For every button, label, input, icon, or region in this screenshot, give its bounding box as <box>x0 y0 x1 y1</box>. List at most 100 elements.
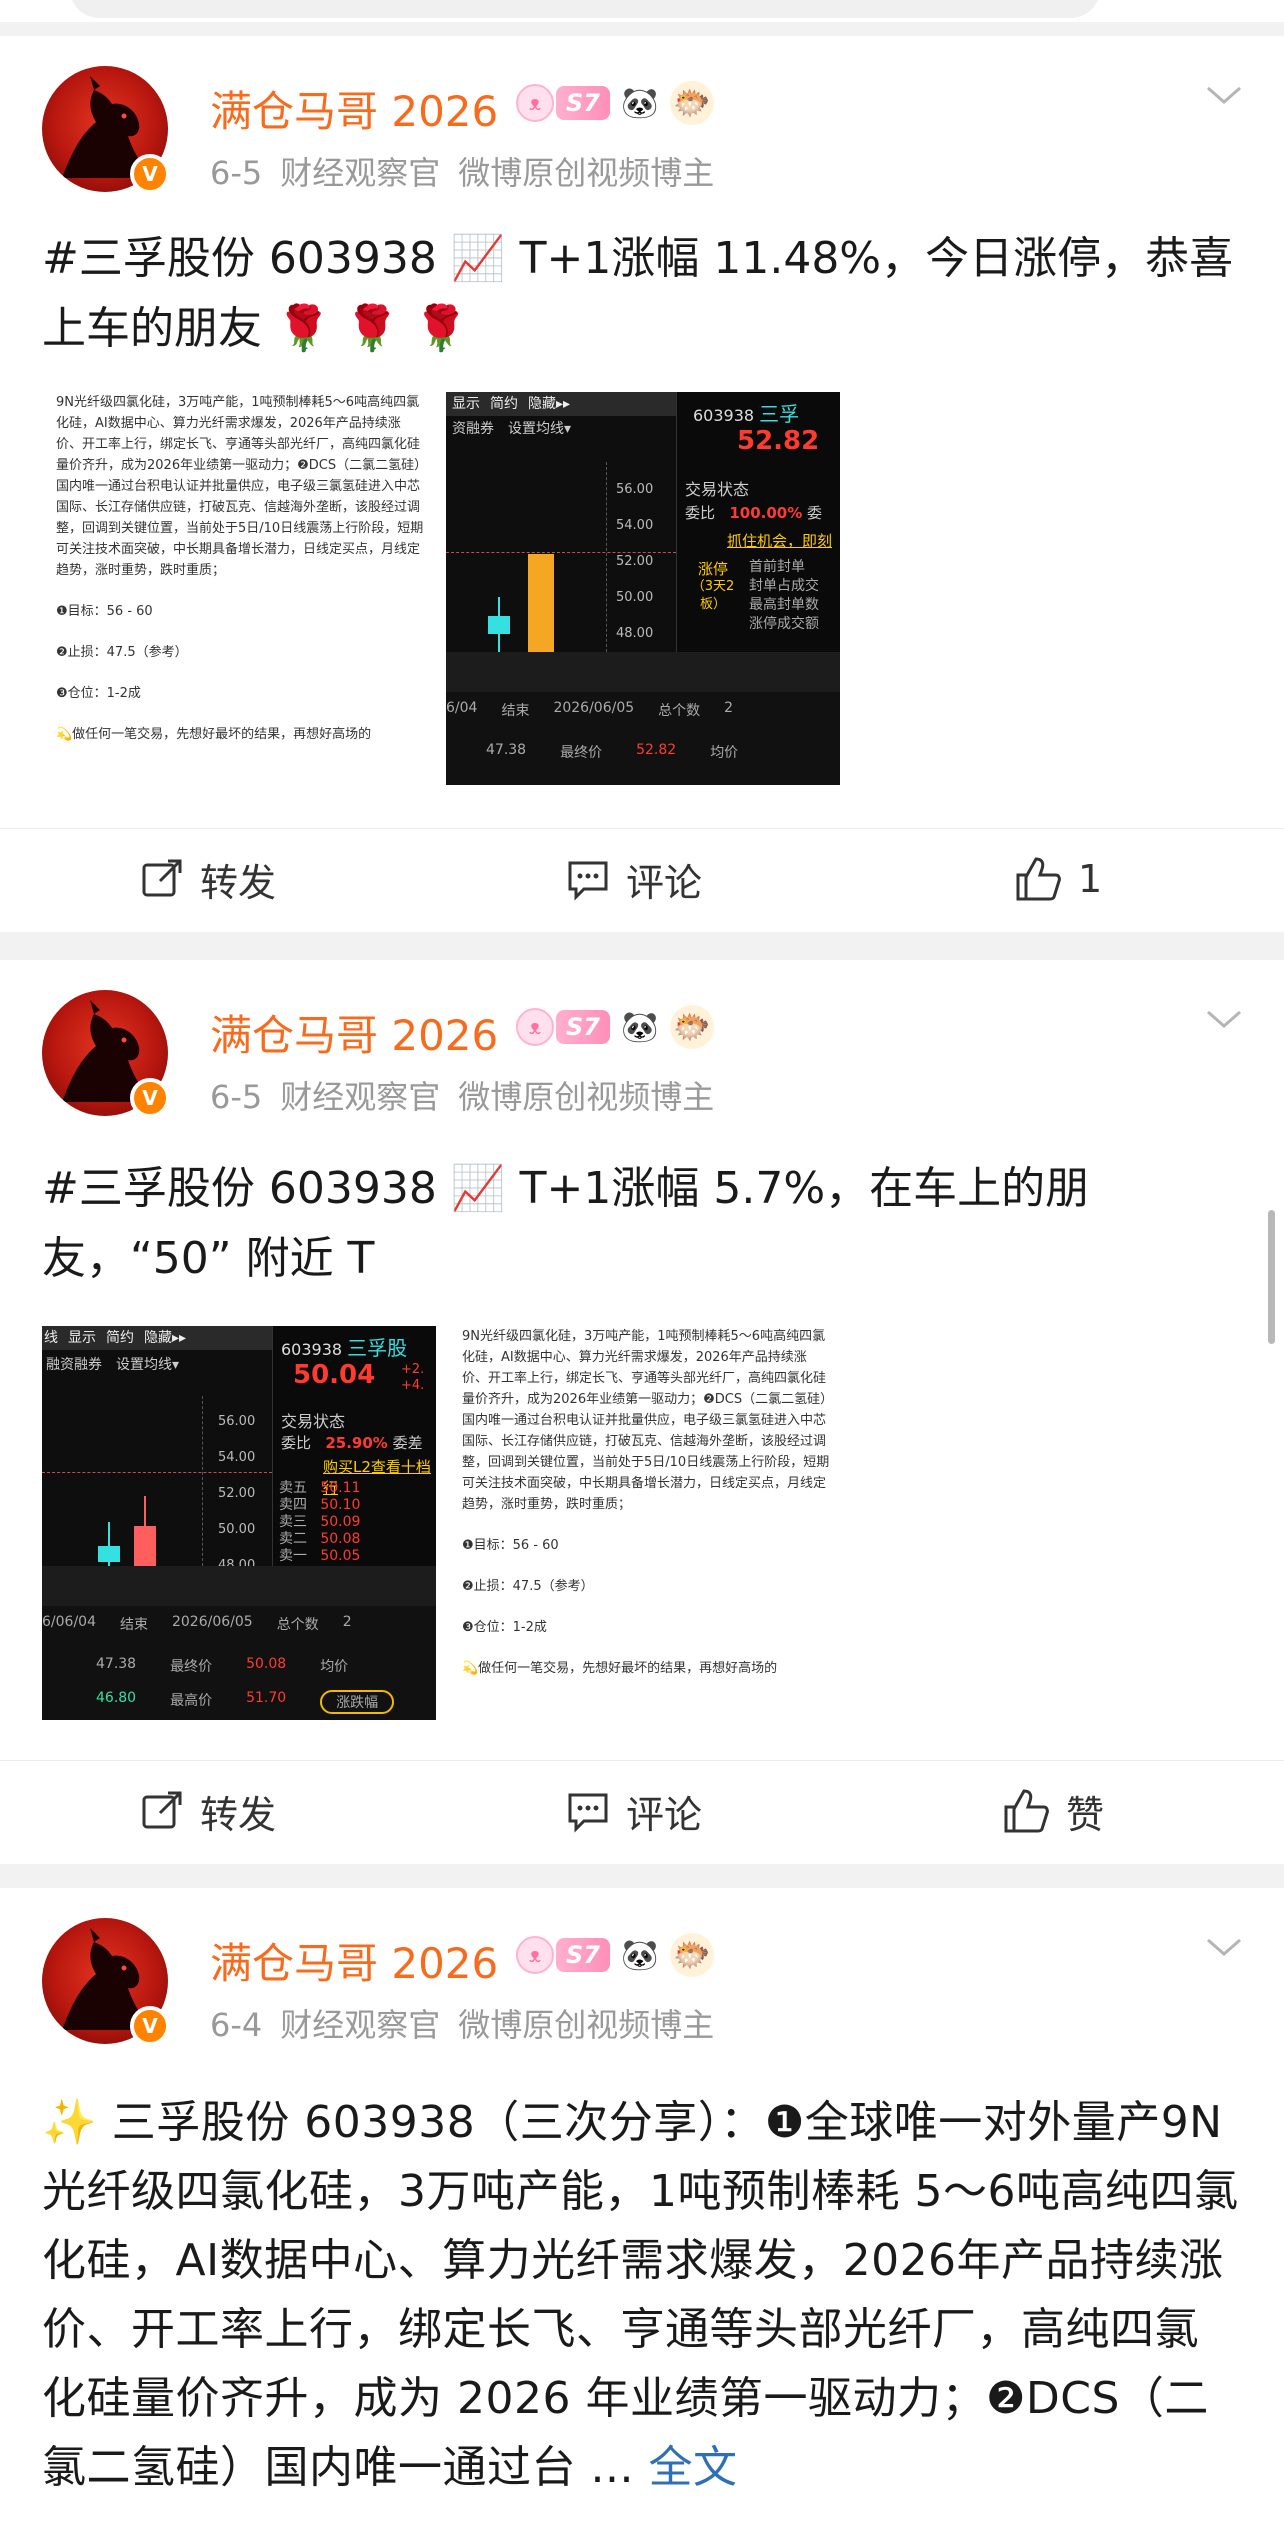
fish-icon: 🐡 <box>669 1933 714 1977</box>
panda-icon: 🐼 <box>617 1005 662 1049</box>
comment-button[interactable]: 评论 <box>566 849 702 909</box>
weibo-post-3: V 满仓马哥 2026 ᴥ S7 🐼 🐡 6-4 财经观察官 微博原创视频博主 ✨ … <box>0 1888 1284 2521</box>
post-image-chart[interactable]: 线 显示 简约 隐藏▸▸ 融资融券 设置均线▾ 56.00 54.00 52.0… <box>42 1326 436 1720</box>
rabbit-icon: ᴥ <box>516 1008 554 1046</box>
avatar[interactable]: V <box>42 990 172 1120</box>
comment-icon <box>568 1793 608 1833</box>
author-tag: 微博原创视频博主 <box>458 1078 715 1116</box>
chart-bottom-info: 6/06/04 结束 2026/06/05 总个数 2 47.38 最终价 50… <box>42 1606 436 1720</box>
weibo-post-1: V 满仓马哥 2026 ᴥ S7 🐼 🐡 6-5 财经观察官 微博原创视频博主 #三… <box>0 36 1284 932</box>
panda-icon: 🐼 <box>617 81 662 125</box>
chart-emoji: 📈 <box>450 233 506 284</box>
kline-panel: 线 显示 简约 隐藏▸▸ 融资融券 设置均线▾ 56.00 54.00 52.0… <box>42 1326 272 1573</box>
like-button[interactable]: 赞 <box>1002 1781 1104 1841</box>
analysis-text: 9N光纤级四氯化硅，3万吨产能，1吨预制棒耗5～6吨高纯四氯化硅，AI数据中心、… <box>56 392 426 745</box>
scrollbar-thumb[interactable] <box>1268 1210 1275 1344</box>
chart-emoji: 📈 <box>450 1163 506 1214</box>
y-axis-ticks: 56.00 54.00 52.00 50.00 48.00 <box>616 482 654 641</box>
chart-toolbar: 显示 简约 隐藏▸▸ <box>446 392 676 416</box>
chart-bottom-info: 6/04 结束 2026/06/05 总个数 2 47.38 最终价 52.82… <box>446 692 840 785</box>
author-tag: 微博原创视频博主 <box>458 2006 715 2044</box>
username[interactable]: 满仓马哥 2026 <box>210 78 498 139</box>
ask-book: 卖五 50.11 卖四 50.10 卖三 50.09 卖二 50.08 卖一 5… <box>279 1480 361 1564</box>
comment-icon <box>568 861 608 901</box>
topic-hashtag[interactable]: #三孚股份 603938 <box>42 1163 437 1214</box>
author-role: 财经观察官 <box>280 154 441 192</box>
chart-toolbar: 线 显示 简约 隐藏▸▸ <box>42 1326 272 1350</box>
post-actions: 转发 评论 1 <box>0 828 1284 928</box>
analysis-position: ❸仓位：1-2成 <box>462 1620 547 1635</box>
username[interactable]: 满仓马哥 2026 <box>210 1930 498 1991</box>
kline-panel: 显示 简约 隐藏▸▸ 资融券 设置均线▾ 56.00 54.00 52.00 5… <box>446 392 676 657</box>
chevron-down-icon[interactable] <box>1204 1936 1244 1960</box>
post-text: 三孚股份 603938（三次分享）：❶全球唯一对外量产9N光纤级四氯化硅，3万吨… <box>42 2097 1239 2493</box>
analysis-paragraph: 9N光纤级四氯化硅，3万吨产能，1吨预制棒耗5～6吨高纯四氯化硅，AI数据中心、… <box>462 1329 830 1512</box>
post-image-chart[interactable]: 显示 简约 隐藏▸▸ 资融券 设置均线▾ 56.00 54.00 52.00 5… <box>446 392 840 785</box>
post-image-analysis[interactable]: 9N光纤级四氯化硅，3万吨产能，1吨预制棒耗5～6吨高纯四氯化硅，AI数据中心、… <box>446 1326 840 1720</box>
level-badge: ᴥ S7 <box>516 1936 610 1974</box>
thumbs-up-icon <box>1016 857 1061 901</box>
quote-panel: 603938 三孚股 50.04 +2. +4. 交易状态 委比 25.90% … <box>272 1326 436 1566</box>
level-badge: ᴥ S7 <box>516 84 610 122</box>
share-icon <box>142 859 182 897</box>
post-image-analysis[interactable]: 9N光纤级四氯化硅，3万吨产能，1吨预制棒耗5～6吨高纯四氯化硅，AI数据中心、… <box>42 392 436 785</box>
fish-icon: 🐡 <box>669 1005 714 1049</box>
chart-toolbar-2: 资融券 设置均线▾ <box>452 421 572 437</box>
verified-badge: V <box>130 154 170 194</box>
avatar[interactable]: V <box>42 66 172 196</box>
sparkle-emoji: ✨ <box>42 2097 98 2148</box>
rabbit-icon: ᴥ <box>516 1936 554 1974</box>
comment-button[interactable]: 评论 <box>566 1781 702 1841</box>
avatar[interactable]: V <box>42 1918 172 2048</box>
panda-icon: 🐼 <box>617 1933 662 1977</box>
author-tag: 微博原创视频博主 <box>458 154 715 192</box>
chart-toolbar-2: 融资融券 设置均线▾ <box>46 1357 180 1373</box>
seal-stats: 首前封单 封单占成交 最高封单数 涨停成交额 <box>749 559 819 632</box>
analysis-stop: ❷止损：47.5（参考） <box>462 1579 594 1594</box>
fish-icon: 🐡 <box>669 81 714 125</box>
full-text-link[interactable]: 全文 <box>648 2442 737 2493</box>
analysis-paragraph: 9N光纤级四氯化硅，3万吨产能，1吨预制棒耗5～6吨高纯四氯化硅，AI数据中心、… <box>56 395 424 578</box>
username[interactable]: 满仓马哥 2026 <box>210 1002 498 1063</box>
post-date: 6-5 <box>210 1078 263 1116</box>
post-meta: 6-5 财经观察官 微博原创视频博主 <box>210 1072 732 1118</box>
analysis-note: 💫做任何一笔交易，先想好最坏的结果，再想好高场的 <box>462 1661 778 1676</box>
quote-price: 50.04 <box>293 1360 376 1390</box>
post-content: ✨ 三孚股份 603938（三次分享）：❶全球唯一对外量产9N光纤级四氯化硅，3… <box>42 2088 1242 2502</box>
author-role: 财经观察官 <box>280 2006 441 2044</box>
post-date: 6-4 <box>210 2006 263 2044</box>
author-role: 财经观察官 <box>280 1078 441 1116</box>
level-badge: ᴥ S7 <box>516 1008 610 1046</box>
post-content: #三孚股份 603938 📈 T+1涨幅 11.48%，今日涨停，恭喜上车的朋友… <box>42 224 1242 364</box>
limit-up-tag: 涨停 （3天2板） <box>691 560 735 612</box>
rose-emojis: 🌹 🌹 🌹 <box>276 303 469 354</box>
post-content: #三孚股份 603938 📈 T+1涨幅 5.7%，在车上的朋友，“50” 附近… <box>42 1154 1242 1294</box>
user-badges[interactable]: ᴥ S7 🐼 🐡 <box>516 80 714 126</box>
chevron-down-icon[interactable] <box>1204 84 1244 108</box>
topic-hashtag[interactable]: #三孚股份 603938 <box>42 233 437 284</box>
quote-price: 52.82 <box>737 426 820 456</box>
top-strip <box>0 0 1284 22</box>
verified-badge: V <box>130 1078 170 1118</box>
chevron-down-icon[interactable] <box>1204 1008 1244 1032</box>
thumbs-up-icon <box>1004 1789 1049 1833</box>
analysis-stop: ❷止损：47.5（参考） <box>56 645 188 660</box>
analysis-target: ❶目标：56 - 60 <box>56 604 153 619</box>
post-actions: 转发 评论 赞 <box>0 1760 1284 1860</box>
post-meta: 6-4 财经观察官 微博原创视频博主 <box>210 2000 732 2046</box>
analysis-text: 9N光纤级四氯化硅，3万吨产能，1吨预制棒耗5～6吨高纯四氯化硅，AI数据中心、… <box>462 1326 832 1679</box>
rabbit-icon: ᴥ <box>516 84 554 122</box>
user-badges[interactable]: ᴥ S7 🐼 🐡 <box>516 1004 714 1050</box>
post-date: 6-5 <box>210 154 263 192</box>
post-meta: 6-5 财经观察官 微博原创视频博主 <box>210 148 732 194</box>
repost-button[interactable]: 转发 <box>140 849 276 909</box>
y-axis-ticks: 56.00 54.00 52.00 50.00 48.00 <box>218 1414 256 1573</box>
search-bar-tail <box>70 0 1100 18</box>
user-badges[interactable]: ᴥ S7 🐼 🐡 <box>516 1932 714 1978</box>
weibo-post-2: V 满仓马哥 2026 ᴥ S7 🐼 🐡 6-5 财经观察官 微博原创视频博主 #三… <box>0 960 1284 1864</box>
analysis-target: ❶目标：56 - 60 <box>462 1538 559 1553</box>
like-button[interactable]: 1 <box>1014 849 1102 909</box>
share-icon <box>142 1791 182 1829</box>
quote-panel: 603938 三孚 52.82 交易状态 委比 100.00% 委 抓住机会，即… <box>676 392 840 652</box>
repost-button[interactable]: 转发 <box>140 1781 276 1841</box>
